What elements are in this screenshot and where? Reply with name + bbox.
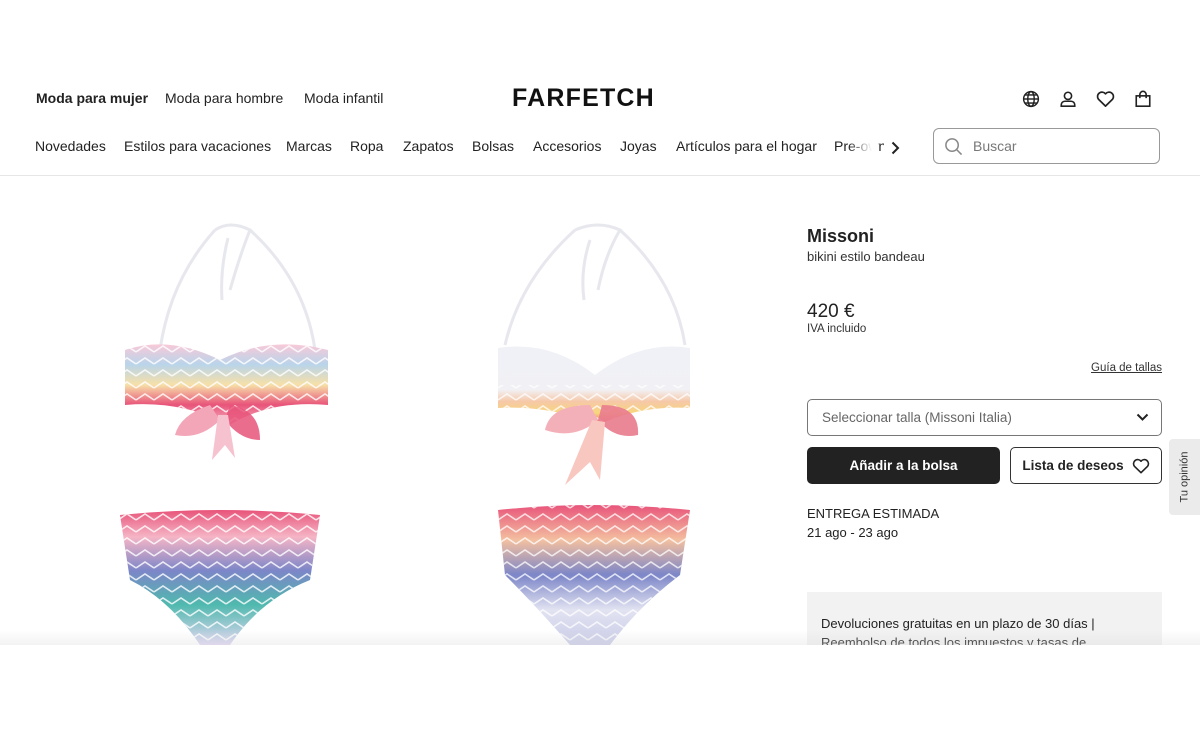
product-brand[interactable]: Missoni <box>807 226 874 247</box>
nav-item-ropa[interactable]: Ropa <box>350 138 383 154</box>
heart-icon <box>1132 458 1150 474</box>
size-select[interactable]: Seleccionar talla (Missoni Italia) <box>807 399 1162 436</box>
add-to-bag-label: Añadir a la bolsa <box>849 458 958 473</box>
product-name: bikini estilo bandeau <box>807 249 925 264</box>
heart-icon[interactable] <box>1095 89 1115 109</box>
nav-item-joyas[interactable]: Joyas <box>620 138 657 154</box>
nav-item-bolsas[interactable]: Bolsas <box>472 138 514 154</box>
vat-note: IVA incluido <box>807 323 867 335</box>
header-divider <box>0 175 1200 176</box>
bag-icon[interactable] <box>1133 89 1153 109</box>
product-gallery <box>80 200 770 645</box>
search-icon <box>944 137 963 156</box>
size-guide-link[interactable]: Guía de tallas <box>1091 362 1162 374</box>
viewport-edge-shadow <box>0 630 1200 645</box>
add-to-bag-button[interactable]: Añadir a la bolsa <box>807 447 1000 484</box>
product-price: 420 € <box>807 301 855 322</box>
product-image-back[interactable] <box>480 200 710 645</box>
nav-item-accesorios[interactable]: Accesorios <box>533 138 601 154</box>
wishlist-button[interactable]: Lista de deseos <box>1010 447 1162 484</box>
search-box[interactable] <box>933 128 1160 164</box>
nav-item-hogar[interactable]: Artículos para el hogar <box>676 138 817 154</box>
size-select-label: Seleccionar talla (Missoni Italia) <box>822 410 1012 425</box>
feedback-label: Tu opinión <box>1178 451 1191 503</box>
blank-area <box>0 645 1200 747</box>
delivery-label: ENTREGA ESTIMADA <box>807 506 940 521</box>
wishlist-label: Lista de deseos <box>1022 458 1124 473</box>
account-icon[interactable] <box>1058 89 1078 109</box>
globe-icon[interactable] <box>1021 89 1041 109</box>
product-image-front[interactable] <box>100 200 350 645</box>
nav-item-novedades[interactable]: Novedades <box>35 138 106 154</box>
chevron-down-icon <box>1136 413 1149 422</box>
tab-kids[interactable]: Moda infantil <box>304 90 383 106</box>
feedback-tab[interactable]: Tu opinión <box>1169 439 1200 515</box>
search-input[interactable] <box>971 137 1145 155</box>
delivery-dates: 21 ago - 23 ago <box>807 525 899 540</box>
tab-women[interactable]: Moda para mujer <box>36 90 148 106</box>
site-logo[interactable]: FARFETCH <box>512 84 655 113</box>
nav-item-marcas[interactable]: Marcas <box>286 138 332 154</box>
nav-item-estilos-vacaciones[interactable]: Estilos para vacaciones <box>124 138 271 154</box>
chevron-right-icon[interactable] <box>884 137 906 159</box>
nav-fade <box>848 130 878 164</box>
tab-men[interactable]: Moda para hombre <box>165 90 283 106</box>
nav-item-zapatos[interactable]: Zapatos <box>403 138 454 154</box>
